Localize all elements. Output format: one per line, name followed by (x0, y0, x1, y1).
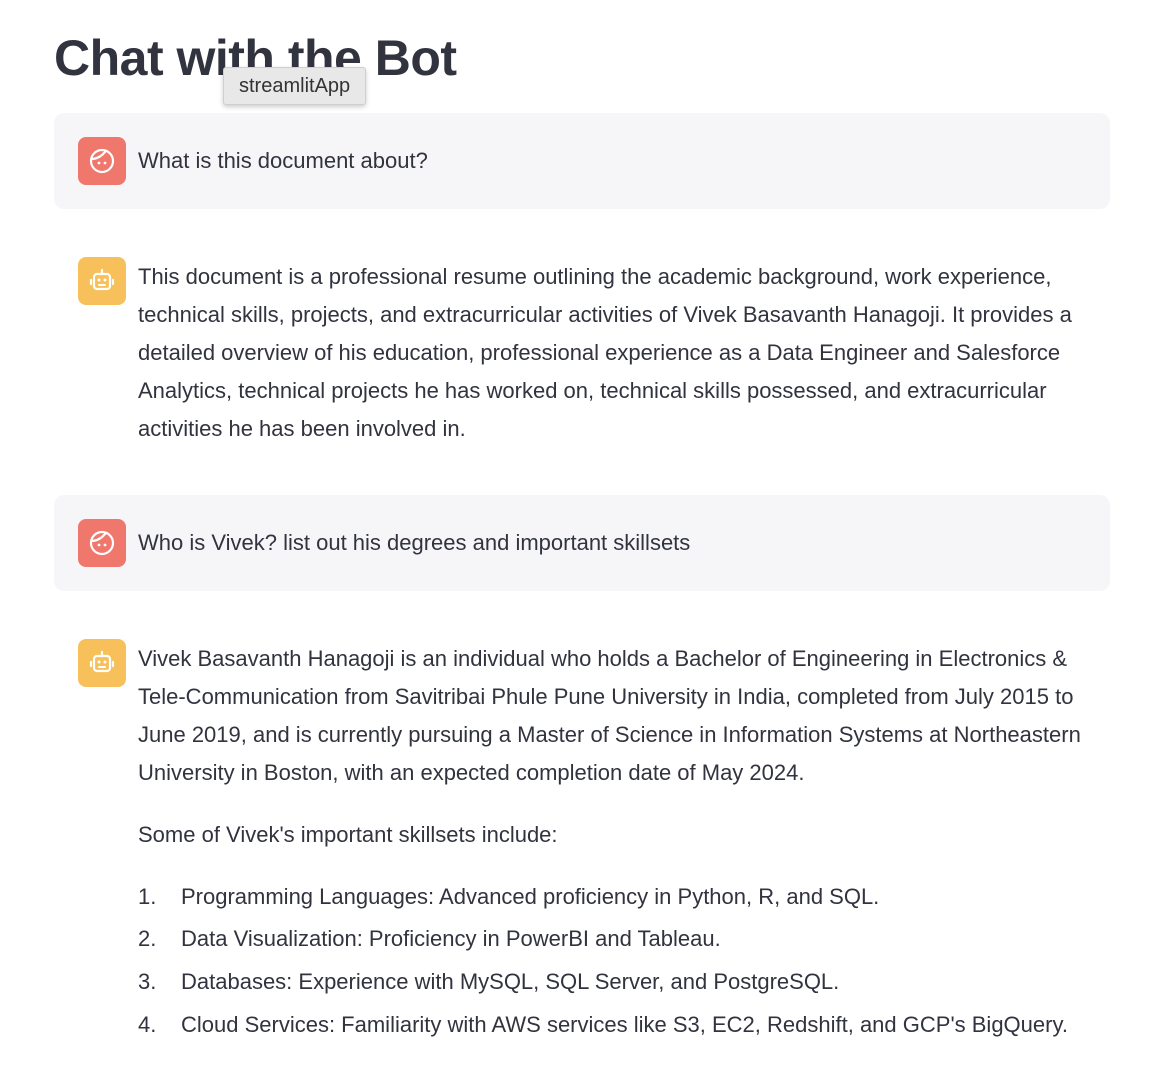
message-line: University in Boston, with an expected c… (138, 760, 805, 785)
list-text: Cloud Services: Familiarity with AWS ser… (181, 1012, 1068, 1037)
robot-face-icon (89, 268, 115, 291)
message-text: This document is a professional resume o… (138, 258, 1100, 448)
user-face-icon (89, 530, 115, 556)
user-avatar (78, 137, 126, 185)
message-text: Vivek Basavanth Hanagoji is an individua… (138, 640, 1100, 792)
message-line: technical skills, projects, and extracur… (138, 302, 1072, 327)
list-item: 1. Programming Languages: Advanced profic… (138, 878, 879, 916)
app-tooltip: streamlitApp (223, 67, 367, 105)
message-line: Analytics, technical projects he has wor… (138, 378, 1047, 403)
list-number: 2. (138, 926, 157, 951)
list-text: Databases: Experience with MySQL, SQL Se… (181, 969, 840, 994)
list-number: 1. (138, 884, 157, 909)
chat-message-user: What is this document about? (54, 113, 1110, 209)
user-avatar (78, 519, 126, 567)
list-item: 4. Cloud Services: Familiarity with AWS s… (138, 1006, 1068, 1044)
list-text: Programming Languages: Advanced proficie… (181, 884, 880, 909)
message-line: Tele-Communication from Savitribai Phule… (138, 684, 1074, 709)
list-text: Data Visualization: Proficiency in Power… (181, 926, 721, 951)
chat-message-user: Who is Vivek? list out his degrees and i… (54, 495, 1110, 591)
message-text: Who is Vivek? list out his degrees and i… (138, 530, 691, 555)
bot-avatar (78, 639, 126, 687)
user-face-icon (89, 148, 115, 174)
message-line: June 2019, and is currently pursuing a M… (138, 722, 1081, 747)
bot-avatar (78, 257, 126, 305)
message-text: What is this document about? (138, 148, 428, 173)
list-number: 3. (138, 969, 157, 994)
chat-page: Chat with the Bot What is this document … (0, 0, 1168, 1078)
robot-face-icon (89, 650, 115, 673)
message-line: This document is a professional resume o… (138, 264, 1052, 289)
list-item: 3. Databases: Experience with MySQL, SQL … (138, 963, 839, 1001)
list-item: 2. Data Visualization: Proficiency in Pow… (138, 920, 721, 958)
skills-intro: Some of Vivek's important skillsets incl… (138, 822, 558, 847)
message-line: activities he has been involved in. (138, 416, 466, 441)
chat-message-assistant: This document is a professional resume o… (54, 233, 1110, 463)
chat-message-assistant: Vivek Basavanth Hanagoji is an individua… (54, 615, 1110, 1065)
message-line: Vivek Basavanth Hanagoji is an individua… (138, 646, 1068, 671)
message-line: detailed overview of his education, prof… (138, 340, 1061, 365)
list-number: 4. (138, 1012, 157, 1037)
